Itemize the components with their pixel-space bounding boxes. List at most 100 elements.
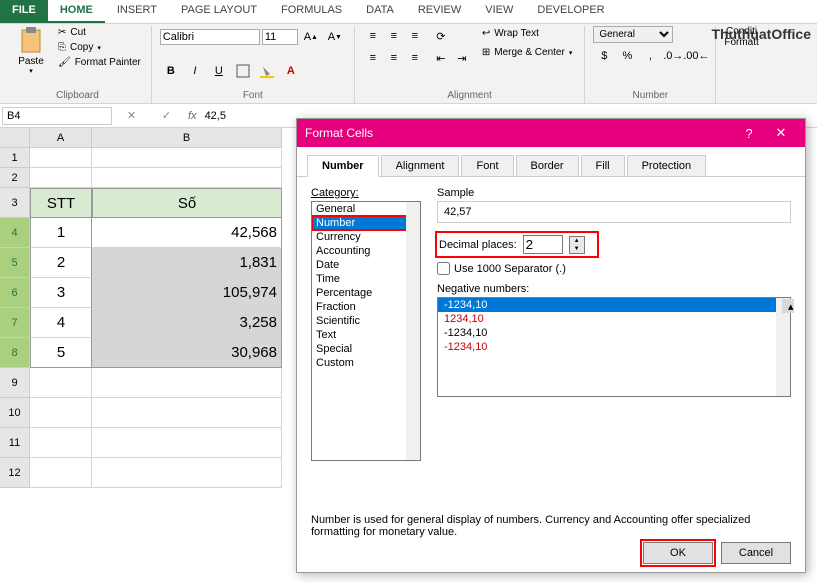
decrease-decimal-button[interactable]: .00← [685,45,707,67]
grow-font-button[interactable]: A▲ [300,26,322,48]
format-painter-button[interactable]: 🖌Format Painter [56,56,143,69]
negative-numbers-list[interactable]: -1234,10 1234,10 -1234,10 -1234,10 ▴ [437,297,791,397]
align-center-button[interactable]: ≡ [384,48,404,68]
spin-down-icon[interactable]: ▼ [570,245,584,253]
decimal-spinner[interactable]: ▲▼ [569,236,585,254]
font-name-select[interactable] [160,29,260,45]
tab-file[interactable]: FILE [0,0,48,23]
category-list[interactable]: General Number Currency Accounting Date … [311,201,421,461]
align-left-button[interactable]: ≡ [363,48,383,68]
cell[interactable]: 105,974 [92,278,282,308]
tab-data[interactable]: DATA [354,0,406,23]
tab-formulas[interactable]: FORMULAS [269,0,354,23]
col-header-b[interactable]: B [92,128,282,148]
scroll-up-icon[interactable]: ▴ [782,299,794,313]
font-color-button[interactable]: A [280,60,302,82]
tab-view[interactable]: VIEW [473,0,525,23]
dtab-alignment[interactable]: Alignment [381,155,460,177]
row-header[interactable]: 12 [0,458,30,488]
align-top-button[interactable]: ≡ [363,26,383,46]
borders-button[interactable] [232,60,254,82]
cat-currency[interactable]: Currency [312,230,420,244]
cat-text[interactable]: Text [312,328,420,342]
cell[interactable]: 3,258 [92,308,282,338]
font-size-select[interactable] [262,29,298,45]
cell[interactable] [30,148,92,168]
enter-icon[interactable]: ✓ [162,109,171,122]
formula-value[interactable]: 42,5 [201,110,230,122]
row-header[interactable]: 4 [0,218,30,248]
bold-button[interactable]: B [160,60,182,82]
cell[interactable]: 3 [30,278,92,308]
row-header[interactable]: 1 [0,148,30,168]
comma-button[interactable]: , [639,45,661,67]
paste-button[interactable]: Paste ▾ [12,26,50,75]
cell-header-so[interactable]: Số [92,188,282,218]
decimal-places-input[interactable] [523,235,563,254]
row-header[interactable]: 11 [0,428,30,458]
cat-accounting[interactable]: Accounting [312,244,420,258]
neg-scrollbar[interactable]: ▴ [776,298,790,396]
help-button[interactable]: ? [733,126,765,141]
neg-option[interactable]: -1234,10 [438,298,790,312]
number-format-select[interactable]: General [593,26,673,43]
dtab-protection[interactable]: Protection [627,155,707,177]
cancel-button[interactable]: Cancel [721,542,791,564]
cat-general[interactable]: General [312,202,420,216]
cut-button[interactable]: ✂Cut [56,26,143,39]
category-scrollbar[interactable] [406,202,420,460]
row-header[interactable]: 5 [0,248,30,278]
cell-header-stt[interactable]: STT [30,188,92,218]
cell[interactable] [92,428,282,458]
col-header-a[interactable]: A [30,128,92,148]
dtab-number[interactable]: Number [307,155,379,177]
percent-button[interactable]: % [616,45,638,67]
tab-page-layout[interactable]: PAGE LAYOUT [169,0,269,23]
neg-option[interactable]: -1234,10 [438,326,790,340]
cell[interactable] [30,458,92,488]
cell[interactable]: 1 [30,218,92,248]
cat-time[interactable]: Time [312,272,420,286]
row-header[interactable]: 6 [0,278,30,308]
increase-decimal-button[interactable]: .0→ [662,45,684,67]
underline-button[interactable]: U [208,60,230,82]
italic-button[interactable]: I [184,60,206,82]
align-right-button[interactable]: ≡ [405,48,425,68]
cell[interactable] [92,398,282,428]
row-header[interactable]: 8 [0,338,30,368]
dtab-border[interactable]: Border [516,155,579,177]
cat-custom[interactable]: Custom [312,356,420,370]
tab-insert[interactable]: INSERT [105,0,169,23]
dtab-font[interactable]: Font [461,155,513,177]
spin-up-icon[interactable]: ▲ [570,237,584,245]
wrap-text-button[interactable]: ↩Wrap Text [478,26,577,41]
shrink-font-button[interactable]: A▼ [324,26,346,48]
indent-increase-button[interactable]: ⇥ [452,48,472,68]
cell[interactable] [30,398,92,428]
cancel-icon[interactable]: ✕ [127,109,136,122]
tab-review[interactable]: REVIEW [406,0,473,23]
cell[interactable] [92,168,282,188]
cell[interactable]: 2 [30,248,92,278]
row-header[interactable]: 10 [0,398,30,428]
cat-date[interactable]: Date [312,258,420,272]
cell[interactable]: 1,831 [92,248,282,278]
name-box[interactable] [2,107,112,125]
neg-option[interactable]: 1234,10 [438,312,790,326]
thousand-separator-checkbox[interactable] [437,262,450,275]
row-header[interactable]: 3 [0,188,30,218]
fill-color-button[interactable] [256,60,278,82]
cell[interactable] [92,368,282,398]
dtab-fill[interactable]: Fill [581,155,625,177]
neg-option[interactable]: -1234,10 [438,340,790,354]
align-bottom-button[interactable]: ≡ [405,26,425,46]
cell[interactable]: 42,568 [92,218,282,248]
cell[interactable] [30,168,92,188]
row-header[interactable]: 7 [0,308,30,338]
cat-special[interactable]: Special [312,342,420,356]
cat-number[interactable]: Number [312,216,420,230]
cat-fraction[interactable]: Fraction [312,300,420,314]
ok-button[interactable]: OK [643,542,713,564]
tab-developer[interactable]: DEVELOPER [525,0,616,23]
cat-scientific[interactable]: Scientific [312,314,420,328]
